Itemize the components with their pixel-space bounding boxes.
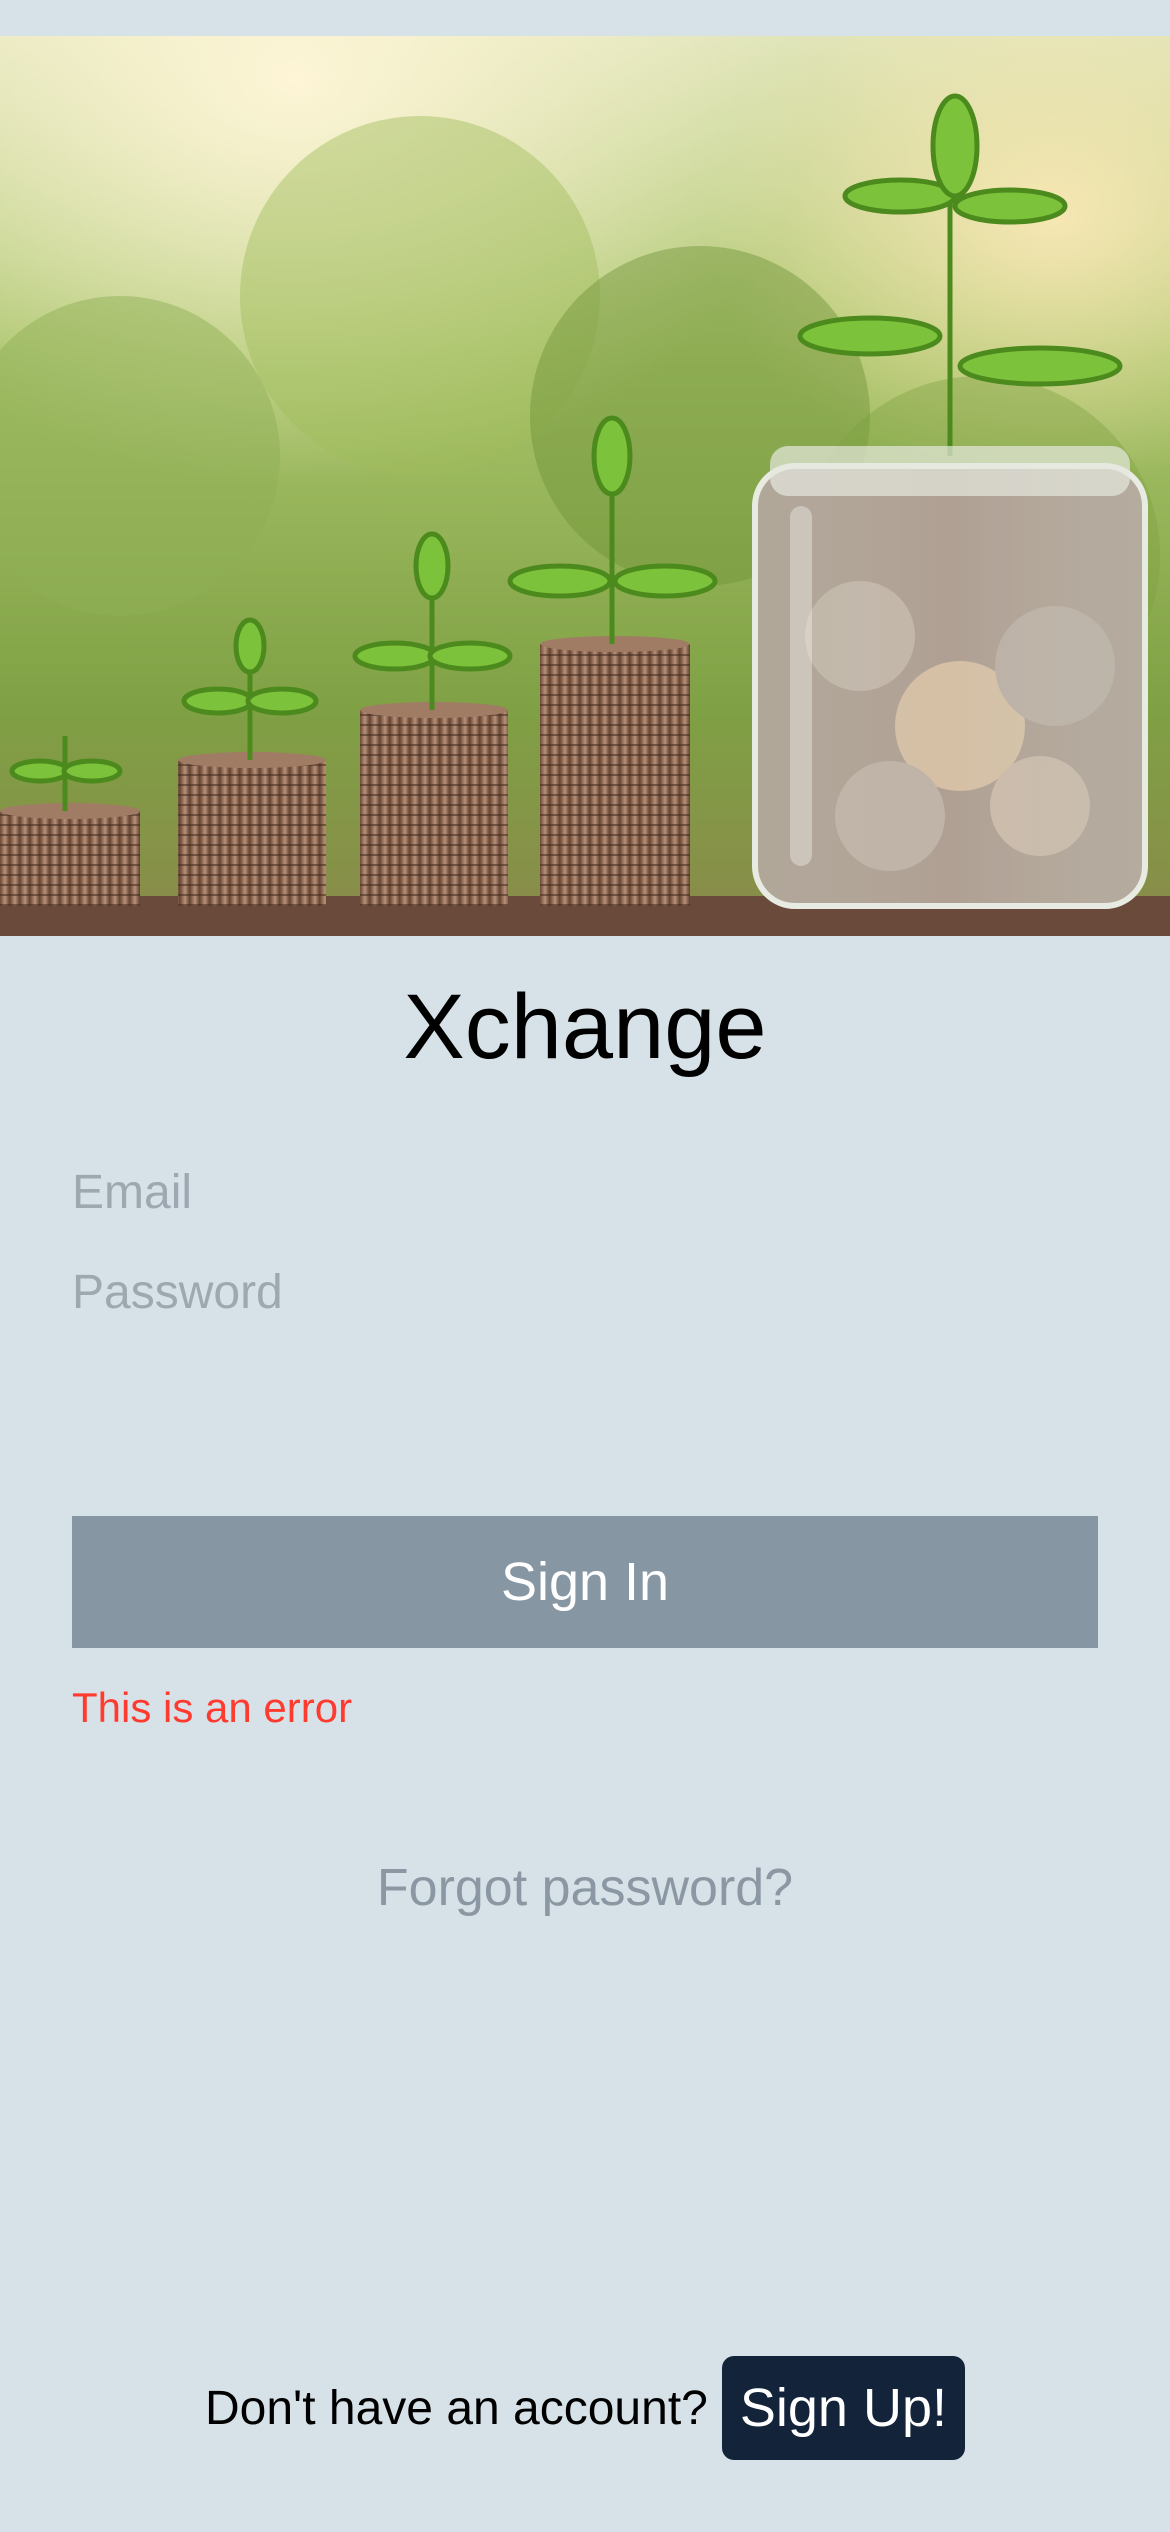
hero-image — [0, 36, 1170, 936]
password-field[interactable] — [72, 1254, 1098, 1330]
coins-and-plants-photo — [0, 36, 1170, 936]
forgot-password-link[interactable]: Forgot password? — [0, 1858, 1170, 1918]
sign-up-button[interactable]: Sign Up! — [721, 2356, 965, 2460]
error-message: This is an error — [72, 1684, 353, 1731]
signup-row: Don't have an account? Sign Up! — [0, 2356, 1170, 2460]
app-title: Xchange — [403, 976, 767, 1078]
email-field[interactable] — [72, 1154, 1098, 1230]
sign-in-button[interactable]: Sign In — [72, 1516, 1098, 1648]
signup-prompt: Don't have an account? — [205, 2381, 708, 2435]
login-screen: Xchange Sign In This is an error Forgot … — [0, 0, 1170, 2532]
